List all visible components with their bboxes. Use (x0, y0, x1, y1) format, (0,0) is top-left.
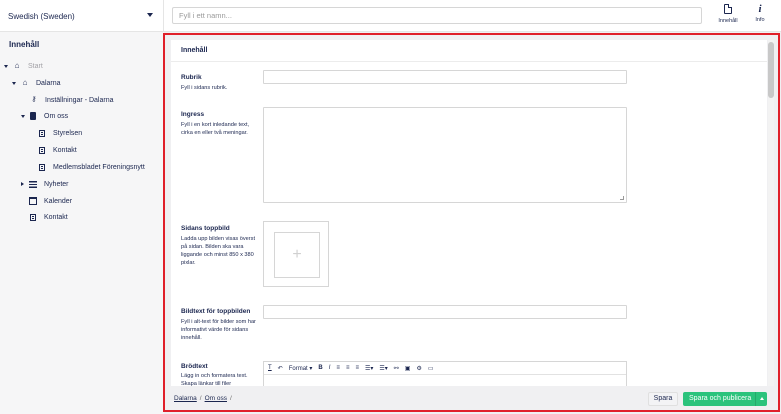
language-select-label: Swedish (Sweden) (8, 11, 75, 21)
tree-item-label: Kalender (44, 197, 73, 205)
macro-icon[interactable]: ⚙ (416, 365, 421, 372)
document-icon (39, 146, 45, 154)
document-icon (39, 163, 45, 171)
document-icon (724, 4, 732, 14)
italic-icon[interactable]: I (329, 365, 331, 371)
tree-item-label: Styrelsen (53, 129, 83, 137)
bildtext-description: Fyll i alt-text för bilder som har infor… (181, 319, 256, 341)
rubrik-input[interactable] (263, 70, 627, 84)
tree-item-label: Nyheter (44, 180, 69, 188)
scrollbar-thumb[interactable] (768, 42, 774, 98)
ingress-textarea[interactable] (263, 107, 627, 203)
brodtext-description: Lägg in och formatera text. Skapa länkar… (181, 373, 248, 386)
chevron-down-icon[interactable] (21, 114, 25, 118)
save-and-publish-button[interactable]: Spara och publicera (683, 392, 767, 406)
chevron-down-icon[interactable] (12, 81, 16, 85)
tree-item-label: Kontakt (44, 213, 68, 221)
tree-item-dalarna[interactable]: ⌂ Dalarna (12, 77, 61, 89)
resize-handle-icon[interactable] (620, 196, 624, 200)
image-icon[interactable]: ▣ (405, 365, 411, 372)
tree-item-label: Medlemsbladet Föreningsnytt (53, 163, 145, 171)
tree-item-nyheter[interactable]: Nyheter (21, 178, 69, 190)
tree-item-installningar[interactable]: ⚷ Inställningar - Dalarna (30, 94, 113, 106)
document-icon (39, 129, 45, 137)
embed-icon[interactable]: ▭ (428, 365, 434, 372)
language-select[interactable]: Swedish (Sweden) (0, 0, 164, 32)
bullet-list-icon[interactable]: ☰▾ (365, 365, 373, 372)
bildtext-input[interactable] (263, 305, 627, 319)
app-content-label: Innehåll (718, 18, 738, 24)
add-image-icon[interactable]: + (274, 232, 320, 278)
align-center-icon[interactable]: ≡ (346, 365, 350, 371)
link-icon[interactable]: ⚯ (394, 365, 399, 372)
app-info-label: Info (755, 17, 765, 23)
tree-item-label: Dalarna (36, 79, 61, 87)
tree-item-styrelsen[interactable]: Styrelsen (39, 127, 82, 139)
save-and-publish-label: Spara och publicera (689, 395, 752, 402)
breadcrumb-item[interactable]: Om oss (205, 395, 227, 402)
toppbild-description: Ladda upp bilden visas överst på sidan. … (181, 236, 256, 266)
image-picker[interactable]: + (263, 221, 329, 287)
tree-item-medlemsbladet[interactable]: Medlemsbladet Föreningsnytt (39, 161, 145, 173)
app-content-button[interactable]: Innehåll (713, 4, 743, 28)
app-info-button[interactable]: i Info (745, 4, 775, 28)
chevron-up-icon[interactable] (755, 392, 767, 406)
panel-title: Innehåll (171, 40, 767, 62)
sidebar: Innehåll (0, 32, 164, 414)
rubrik-description: Fyll i sidans rubrik. (181, 85, 228, 91)
breadcrumb-item[interactable]: Dalarna (174, 395, 197, 402)
tree-item-start[interactable]: ⌂ Start (4, 60, 43, 72)
tree-item-label: Inställningar - Dalarna (45, 96, 114, 104)
numbered-list-icon[interactable]: ☰▾ (379, 365, 387, 372)
bold-icon[interactable]: B (318, 365, 322, 371)
format-dropdown-label: Format (288, 365, 308, 372)
save-button[interactable]: Spara (648, 392, 678, 406)
content-panel: Innehåll Rubrik Fyll i sidans rubrik. In… (171, 40, 767, 386)
ingress-label: Ingress (181, 111, 205, 118)
rte-toolbar: T ↶ Format ▾ B I ≡ ≡ ≡ ☰▾ ☰▾ ⚯ ▣ ⚙ ▭ (264, 362, 626, 375)
bildtext-label: Bildtext för toppbilden (181, 308, 251, 315)
toppbild-label: Sidans toppbild (181, 225, 230, 232)
document-icon (30, 213, 36, 221)
undo-icon[interactable]: ↶ (278, 365, 283, 372)
brodtext-label: Brödtext (181, 363, 208, 370)
tree-item-label: Om oss (44, 112, 69, 120)
chevron-right-icon[interactable] (21, 182, 24, 186)
breadcrumb: Dalarna / Om oss / (174, 395, 232, 402)
align-left-icon[interactable]: ≡ (336, 365, 340, 371)
rich-text-editor[interactable]: T ↶ Format ▾ B I ≡ ≡ ≡ ☰▾ ☰▾ ⚯ ▣ ⚙ ▭ (263, 361, 627, 386)
sidebar-title: Innehåll (9, 40, 40, 49)
name-input[interactable] (172, 7, 702, 24)
book-icon (30, 112, 36, 120)
home-group-icon: ⌂ (22, 78, 28, 87)
rubrik-label: Rubrik (181, 74, 202, 81)
info-icon: i (758, 3, 762, 15)
tree-item-label: Start (28, 62, 43, 70)
align-right-icon[interactable]: ≡ (355, 365, 359, 371)
tree-item-label: Kontakt (53, 146, 77, 154)
scrollbar[interactable] (768, 40, 774, 386)
settings-key-icon: ⚷ (31, 96, 37, 103)
tree-item-om-oss[interactable]: Om oss (21, 110, 68, 122)
list-icon (29, 180, 37, 188)
top-bar: Swedish (Sweden) Innehåll i Info (0, 0, 781, 32)
format-dropdown[interactable]: Format ▾ (289, 365, 313, 372)
chevron-down-icon[interactable] (4, 64, 8, 68)
clear-format-icon[interactable]: T (268, 365, 272, 371)
tree-item-kontakt-2[interactable]: Kontakt (30, 211, 68, 223)
ingress-description: Fyll i en kort inledande text, cirka en … (181, 122, 250, 136)
chevron-down-icon (147, 13, 153, 17)
tree-item-kalender[interactable]: Kalender (29, 195, 72, 207)
calendar-icon (29, 197, 37, 205)
home-icon: ⌂ (14, 61, 20, 70)
tree-item-kontakt[interactable]: Kontakt (39, 144, 77, 156)
editor-footer: Dalarna / Om oss / Spara Spara och publicer… (164, 386, 781, 412)
